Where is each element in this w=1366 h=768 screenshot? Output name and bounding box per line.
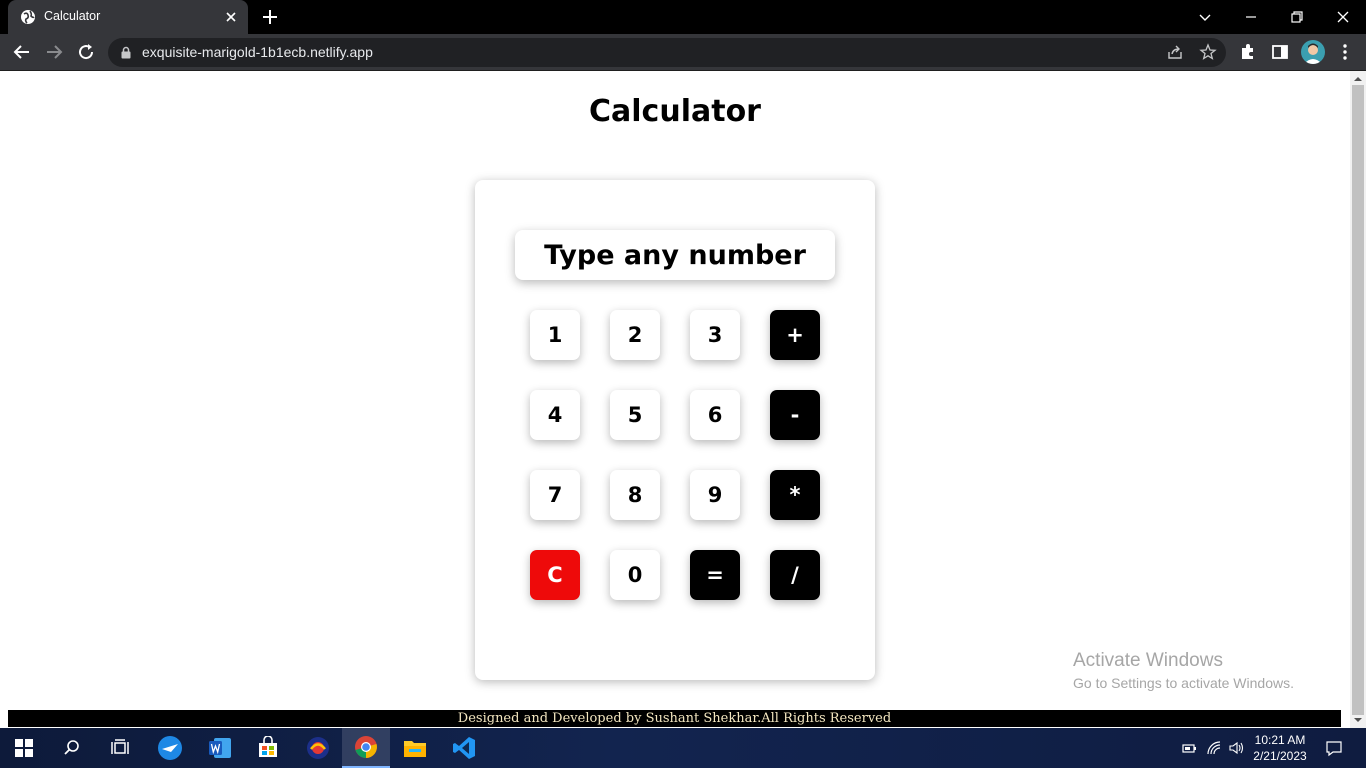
vertical-scrollbar[interactable] [1350,71,1366,728]
search-button[interactable] [48,728,96,768]
key-4-button[interactable]: 4 [530,390,580,440]
key-6-button[interactable]: 6 [690,390,740,440]
scroll-down-arrow-icon[interactable] [1354,716,1362,724]
folder-icon [404,741,426,757]
key-1-button[interactable]: 1 [530,310,580,360]
vscode-icon [453,737,475,759]
key-0-button[interactable]: 0 [610,550,660,600]
subtract-button[interactable]: - [770,390,820,440]
minimize-icon[interactable] [1238,4,1264,30]
url-text[interactable]: exquisite-marigold-1b1ecb.netlify.app [142,44,373,60]
globe-icon [21,10,35,24]
task-view-icon [111,739,129,754]
taskbar-app-vscode[interactable] [440,728,488,768]
key-5-button[interactable]: 5 [610,390,660,440]
tab-title: Calculator [44,9,101,23]
divide-button[interactable]: / [770,550,820,600]
profile-avatar[interactable] [1301,40,1325,64]
scrollbar-thumb[interactable] [1352,85,1364,715]
restore-icon[interactable] [1284,4,1310,30]
lock-icon[interactable] [120,46,132,59]
chrome-icon [355,736,377,758]
page-footer: Designed and Developed by Sushant Shekha… [8,710,1341,727]
share-icon[interactable] [1166,43,1184,61]
taskbar-app-music[interactable] [294,728,342,768]
calculator-card: 1 2 3 + 4 5 6 - 7 8 9 * C 0 = / [475,180,875,680]
taskbar-clock[interactable]: 10:21 AM 2/21/2023 [1250,732,1310,764]
tab-search-chevron-icon[interactable] [1192,4,1218,30]
avatar-icon [1304,43,1322,64]
back-arrow-icon[interactable] [10,40,34,64]
bookmark-star-icon[interactable] [1199,43,1217,61]
calculator-display-input[interactable] [515,230,835,280]
volume-icon[interactable] [1228,740,1244,756]
store-icon [259,736,277,757]
key-7-button[interactable]: 7 [530,470,580,520]
key-2-button[interactable]: 2 [610,310,660,360]
notification-icon[interactable] [1325,739,1343,757]
key-3-button[interactable]: 3 [690,310,740,360]
browser-toolbar: exquisite-marigold-1b1ecb.netlify.app [0,34,1366,71]
new-tab-plus-icon[interactable] [260,7,280,27]
battery-icon[interactable] [1181,740,1197,756]
multiply-button[interactable]: * [770,470,820,520]
more-menu-icon[interactable] [1335,42,1355,62]
taskbar-app-store[interactable] [244,728,292,768]
key-9-button[interactable]: 9 [690,470,740,520]
wifi-icon[interactable] [1206,740,1222,756]
browser-tab[interactable]: Calculator [8,0,248,34]
task-view-button[interactable] [96,728,144,768]
clock-time: 10:21 AM [1254,733,1306,747]
windows-logo-icon [15,739,33,757]
search-icon [64,740,79,755]
word-icon [209,738,231,758]
taskbar-app-chrome[interactable] [342,728,390,768]
activate-windows-watermark: Activate Windows Go to Settings to activ… [1073,650,1294,691]
watermark-subtitle: Go to Settings to activate Windows. [1073,675,1294,691]
airplane-app-icon [158,736,182,760]
music-app-icon [307,737,329,759]
page-title: Calculator [589,94,761,129]
address-bar[interactable]: exquisite-marigold-1b1ecb.netlify.app [108,38,1226,67]
add-button[interactable]: + [770,310,820,360]
side-panel-icon[interactable] [1270,42,1290,62]
close-window-icon[interactable] [1330,4,1356,30]
close-tab-icon[interactable] [222,8,240,26]
taskbar-app-file-explorer[interactable] [391,728,439,768]
taskbar-app-word[interactable] [196,728,244,768]
equals-button[interactable]: = [690,550,740,600]
taskbar-app-mail[interactable] [146,728,194,768]
browser-tab-strip: Calculator [0,0,1366,34]
key-8-button[interactable]: 8 [610,470,660,520]
clear-button[interactable]: C [530,550,580,600]
windows-taskbar: 10:21 AM 2/21/2023 [0,728,1366,768]
watermark-title: Activate Windows [1073,650,1223,671]
reload-icon[interactable] [74,40,98,64]
scroll-up-arrow-icon[interactable] [1354,75,1362,83]
start-button[interactable] [0,728,48,768]
forward-arrow-icon[interactable] [42,40,66,64]
clock-date: 2/21/2023 [1253,749,1307,763]
extensions-puzzle-icon[interactable] [1238,42,1258,62]
